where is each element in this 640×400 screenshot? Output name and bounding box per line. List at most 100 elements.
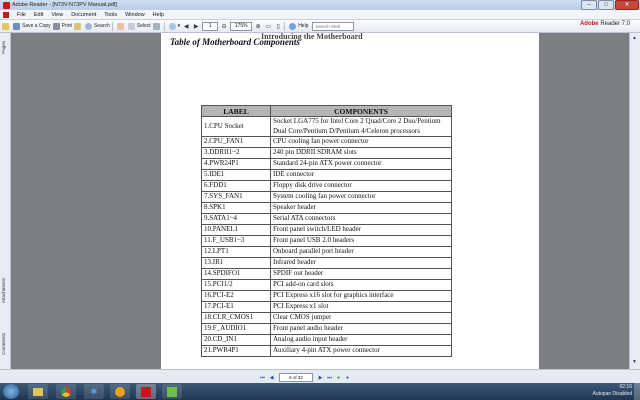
- cell-component: Front panel audio header: [270, 323, 452, 335]
- tab-attachments[interactable]: Attachments: [1, 278, 6, 303]
- fit-width-button[interactable]: ▯: [274, 22, 282, 30]
- table-row: 21.PWR4P1 Auxiliary 4-pin ATX power conne…: [201, 345, 452, 357]
- print-button[interactable]: Print: [52, 21, 72, 31]
- cell-component: Socket LGA775 for Intel Core 2 Quad/Core…: [270, 116, 452, 137]
- task-app[interactable]: [162, 384, 182, 399]
- fit-page-button[interactable]: ▭: [264, 22, 272, 30]
- minimize-button[interactable]: –: [581, 0, 597, 10]
- go-back-button[interactable]: ●: [334, 374, 343, 382]
- search-web-input[interactable]: Search Web: [312, 21, 355, 31]
- toolbar-divider: [163, 21, 165, 31]
- scroll-down-arrow[interactable]: ▼: [632, 359, 637, 365]
- folder-icon: [2, 22, 9, 30]
- table-row: 18.CLR_CMOS1 Clear CMOS jumper: [201, 312, 452, 324]
- table-row: 20.CD_IN1 Analog audio input header: [201, 334, 452, 346]
- table-header-row: LABEL COMPONENTS: [201, 105, 452, 117]
- cell-component: PCI Express x16 slot for graphics interf…: [270, 290, 452, 302]
- scroll-up-arrow[interactable]: ▲: [632, 35, 637, 41]
- previous-page-button[interactable]: ◀: [182, 22, 190, 30]
- hand-tool-button[interactable]: [116, 21, 126, 31]
- page-number-input[interactable]: 1: [202, 21, 219, 31]
- task-explorer[interactable]: [28, 384, 48, 399]
- task-media[interactable]: [110, 384, 130, 399]
- tab-pages[interactable]: Pages: [1, 41, 6, 54]
- chevron-down-icon: ▾: [177, 23, 181, 29]
- vertical-scrollbar[interactable]: ▲ ▼: [629, 33, 640, 369]
- zoom-icon: [168, 22, 176, 30]
- select-label: Select: [136, 23, 151, 29]
- table-row: 9.SATA1~4 Serial ATA connectors: [201, 213, 452, 225]
- menu-bar: File Edit View Document Tools Window Hel…: [0, 10, 640, 20]
- next-page-button[interactable]: ▶: [316, 374, 325, 382]
- cell-component: CPU cooling fan power connector: [270, 136, 452, 148]
- cell-component: Front panel USB 2.0 headers: [270, 235, 452, 247]
- snapshot-button[interactable]: [152, 21, 162, 31]
- first-page-button[interactable]: ⏮: [258, 374, 267, 382]
- task-chrome[interactable]: [56, 384, 76, 399]
- table-row: 8.SPK1 Speaker header: [201, 202, 452, 214]
- document-icon: [3, 11, 9, 18]
- chrome-icon: [61, 386, 71, 397]
- email-icon: [73, 22, 81, 30]
- window-title: Adobe Reader - [N73V-N73PV Manual.pdf]: [12, 2, 117, 8]
- toolbar-divider: [284, 21, 286, 31]
- menu-edit[interactable]: Edit: [30, 12, 47, 18]
- title-bar: Adobe Reader - [N73V-N73PV Manual.pdf] –…: [0, 0, 640, 10]
- task-bluetooth[interactable]: ✱: [84, 384, 104, 399]
- page-title: Table of Motherboard Components: [170, 37, 300, 47]
- menu-view[interactable]: View: [47, 12, 67, 18]
- maximize-button[interactable]: □: [598, 0, 614, 10]
- start-button[interactable]: [3, 384, 19, 399]
- document-view[interactable]: Introducing the Motherboard Table of Mot…: [11, 33, 629, 369]
- clock[interactable]: 02:16: [593, 384, 632, 391]
- page-count[interactable]: 6 of 32: [279, 373, 313, 382]
- select-tool-button[interactable]: Select: [127, 21, 151, 31]
- show-desktop-button[interactable]: [634, 383, 640, 400]
- zoom-out-button[interactable]: ⊖: [220, 22, 228, 30]
- cursor-icon: [127, 22, 135, 30]
- cell-label: 9.SATA1~4: [201, 213, 271, 225]
- cell-label: 17.PCI-E1: [201, 301, 271, 313]
- media-player-icon: [115, 386, 125, 397]
- menu-window[interactable]: Window: [121, 12, 149, 18]
- cell-label: 5.IDE1: [201, 169, 271, 181]
- table-row: 5.IDE1 IDE connector: [201, 169, 452, 181]
- menu-help[interactable]: Help: [149, 12, 168, 18]
- help-button[interactable]: Help: [289, 21, 308, 31]
- close-button[interactable]: ✕: [615, 0, 639, 10]
- status-bar: ⏮ ◀ 6 of 32 ▶ ⏭ ● ●: [0, 369, 640, 384]
- app-icon: [167, 386, 177, 397]
- cell-component: Serial ATA connectors: [270, 213, 452, 225]
- save-copy-button[interactable]: Save a Copy: [13, 21, 51, 31]
- toolbar-divider: [111, 21, 113, 31]
- last-page-button[interactable]: ⏭: [325, 374, 334, 382]
- help-label: Help: [298, 23, 309, 29]
- zoom-in-button[interactable]: ⊕: [254, 22, 262, 30]
- table-row: 19.F_AUDIO1 Front panel audio header: [201, 323, 452, 335]
- email-button[interactable]: [73, 21, 83, 31]
- zoom-level-input[interactable]: 175%: [230, 21, 253, 31]
- tab-comments[interactable]: Comments: [1, 333, 6, 355]
- table-row: 7.SYS_FAN1 System cooling fan power conne…: [201, 191, 452, 203]
- help-icon: [289, 22, 297, 30]
- cell-label: 7.SYS_FAN1: [201, 191, 271, 203]
- next-page-button[interactable]: ▶: [192, 22, 200, 30]
- menu-file[interactable]: File: [13, 12, 30, 18]
- prev-page-button[interactable]: ◀: [267, 374, 276, 382]
- cell-label: 6.FDD1: [201, 180, 271, 192]
- search-label: Search: [93, 23, 110, 29]
- go-forward-button[interactable]: ●: [343, 374, 352, 382]
- navigation-panel: Pages Attachments Comments: [0, 33, 11, 369]
- cell-label: 14.SPDIFO1: [201, 268, 271, 280]
- menu-tools[interactable]: Tools: [100, 12, 121, 18]
- adobe-reader-icon: [3, 1, 10, 9]
- cell-component: Infrared header: [270, 257, 452, 269]
- zoom-tool-button[interactable]: ▾: [168, 21, 181, 31]
- brand-product: Reader 7.0: [600, 21, 630, 27]
- task-adobe-reader[interactable]: [136, 384, 156, 399]
- cell-label: 11.F_USB1~3: [201, 235, 271, 247]
- search-button[interactable]: Search: [84, 21, 110, 31]
- open-button[interactable]: [2, 21, 11, 31]
- menu-document[interactable]: Document: [67, 12, 100, 18]
- pdf-page: Introducing the Motherboard Table of Mot…: [161, 33, 539, 369]
